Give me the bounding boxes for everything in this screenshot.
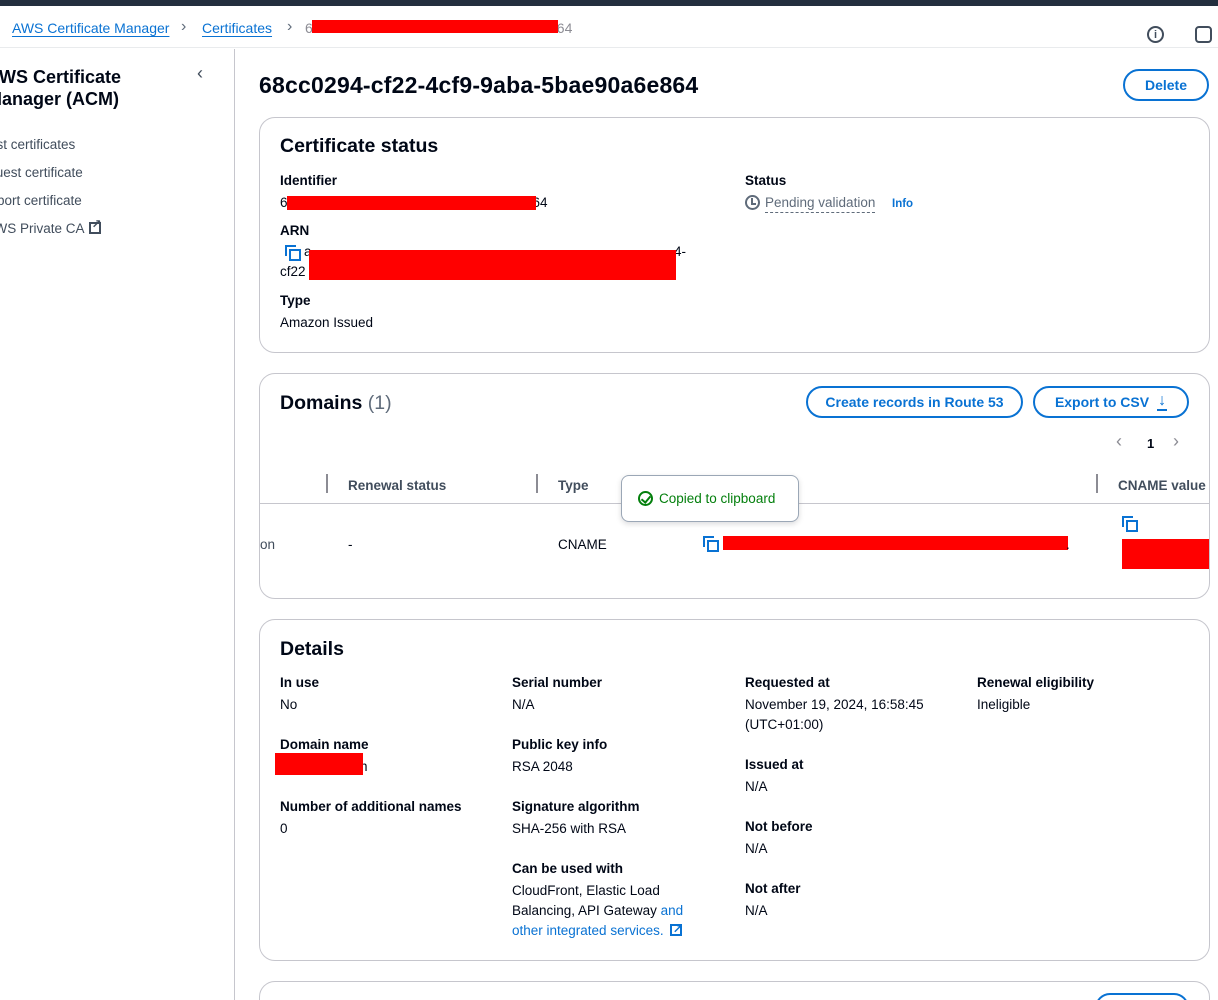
renewal-eligibility-label: Renewal eligibility	[977, 675, 1095, 690]
export-csv-button[interactable]: Export to CSV ↓	[1033, 386, 1189, 418]
sidebar-item-request-certificate[interactable]: Request certificate	[0, 165, 83, 180]
redaction-bar	[275, 753, 363, 775]
in-use-label: In use	[280, 675, 320, 690]
status-value[interactable]: Pending validation	[765, 193, 876, 213]
requested-at-timezone: (UTC+01:00)	[745, 717, 824, 732]
breadcrumb: AWS Certificate Manager › Certificates ›…	[0, 6, 1218, 48]
external-link-icon	[88, 217, 102, 234]
external-link-icon	[669, 919, 683, 939]
copy-icon[interactable]	[285, 245, 301, 261]
tooltip-text: Copied to clipboard	[659, 491, 776, 506]
chevron-right-icon[interactable]: ›	[1173, 431, 1179, 452]
chevron-right-icon: ›	[287, 18, 293, 35]
settings-icon[interactable]	[1195, 26, 1212, 43]
check-circle-icon	[638, 491, 653, 506]
sidebar-item-label: AWS Private CA	[0, 221, 85, 236]
type-label: Type	[280, 293, 311, 308]
table-cell-renewal-status: -	[348, 537, 353, 552]
sidebar-item-import-certificate[interactable]: Import certificate	[0, 193, 82, 208]
identifier-label: Identifier	[280, 173, 338, 188]
column-header-cname-value[interactable]: CNAME value	[1118, 478, 1206, 493]
arn-value-line2: cf22	[280, 264, 306, 279]
chevron-left-icon[interactable]: ‹	[197, 63, 203, 84]
create-records-route53-button[interactable]: Create records in Route 53	[806, 386, 1023, 418]
domain-name-label: Domain name	[280, 737, 369, 752]
section-title: Certificate status	[280, 135, 439, 157]
not-after-label: Not after	[745, 881, 801, 896]
breadcrumb-certificates-link[interactable]: Certificates	[202, 20, 272, 36]
delete-button[interactable]: Delete	[1123, 69, 1209, 101]
additional-names-value: 0	[280, 821, 288, 836]
column-header-type[interactable]: Type	[558, 478, 589, 493]
column-header-renewal-status[interactable]: Renewal status	[348, 478, 446, 493]
type-value: Amazon Issued	[280, 315, 374, 330]
integrated-services-link[interactable]: other integrated services.	[512, 919, 683, 941]
redaction-bar	[309, 250, 676, 280]
signature-algorithm-value: SHA-256 with RSA	[512, 821, 627, 836]
chevron-left-icon[interactable]: ‹	[1116, 431, 1122, 452]
integrated-services-link[interactable]: and	[661, 903, 684, 918]
redaction-bar	[287, 196, 536, 210]
copy-icon[interactable]	[1122, 516, 1138, 532]
arn-label: ARN	[280, 223, 310, 238]
table-cell-type: CNAME	[558, 537, 607, 552]
breadcrumb-acm-link[interactable]: AWS Certificate Manager	[12, 20, 169, 36]
issued-at-value: N/A	[745, 779, 768, 794]
signature-algorithm-label: Signature algorithm	[512, 799, 640, 814]
not-before-value: N/A	[745, 841, 768, 856]
clock-icon	[745, 195, 760, 210]
info-icon[interactable]: i	[1147, 26, 1164, 43]
download-icon: ↓	[1157, 392, 1168, 411]
next-panel	[259, 981, 1210, 1000]
not-before-label: Not before	[745, 819, 813, 834]
usable-with-line2: Balancing, API Gateway and	[512, 903, 684, 918]
sidebar-item-list-certificates[interactable]: List certificates	[0, 137, 75, 152]
sidebar-title: AWS Certificate Manager (ACM)	[0, 67, 122, 109]
public-key-label: Public key info	[512, 737, 608, 752]
side-navigation: AWS Certificate Manager (ACM) ‹ List cer…	[0, 49, 235, 1000]
redaction-bar	[312, 20, 558, 33]
redaction-bar	[1122, 539, 1209, 569]
column-divider[interactable]	[1096, 474, 1098, 493]
section-title: Details	[280, 638, 344, 660]
usable-with-line1: CloudFront, Elastic Load	[512, 883, 660, 898]
certificate-status-panel: Certificate status Identifier 6 64 Status…	[259, 117, 1210, 353]
info-link[interactable]: Info	[892, 194, 913, 214]
renewal-eligibility-value: Ineligible	[977, 697, 1031, 712]
usable-with-label: Can be used with	[512, 861, 624, 876]
table-cell-cname-name: .	[1066, 537, 1070, 552]
issued-at-label: Issued at	[745, 757, 804, 772]
chevron-right-icon: ›	[181, 18, 187, 35]
column-divider[interactable]	[326, 474, 328, 493]
sidebar-item-private-ca[interactable]: AWS Private CA	[0, 217, 102, 236]
column-divider[interactable]	[536, 474, 538, 493]
pagination-current-page[interactable]: 1	[1147, 436, 1154, 451]
additional-names-label: Number of additional names	[280, 799, 462, 814]
serial-number-label: Serial number	[512, 675, 603, 690]
panel-button[interactable]	[1095, 993, 1189, 1000]
status-label: Status	[745, 173, 787, 188]
requested-at-label: Requested at	[745, 675, 830, 690]
copy-icon[interactable]	[703, 536, 719, 552]
public-key-value: RSA 2048	[512, 759, 573, 774]
requested-at-value: November 19, 2024, 16:58:45	[745, 697, 924, 712]
redaction-bar	[723, 536, 1068, 550]
in-use-value: No	[280, 697, 298, 712]
not-after-value: N/A	[745, 903, 768, 918]
details-panel: Details In use No Domain name n Number o…	[259, 619, 1210, 961]
page-title: 68cc0294-cf22-4cf9-9aba-5bae90a6e864	[259, 72, 699, 98]
copied-tooltip: Copied to clipboard	[621, 475, 799, 522]
section-title: Domains (1)	[280, 392, 392, 414]
table-cell-status: on	[260, 537, 276, 552]
serial-number-value: N/A	[512, 697, 535, 712]
button-label: Export to CSV	[1054, 394, 1150, 410]
